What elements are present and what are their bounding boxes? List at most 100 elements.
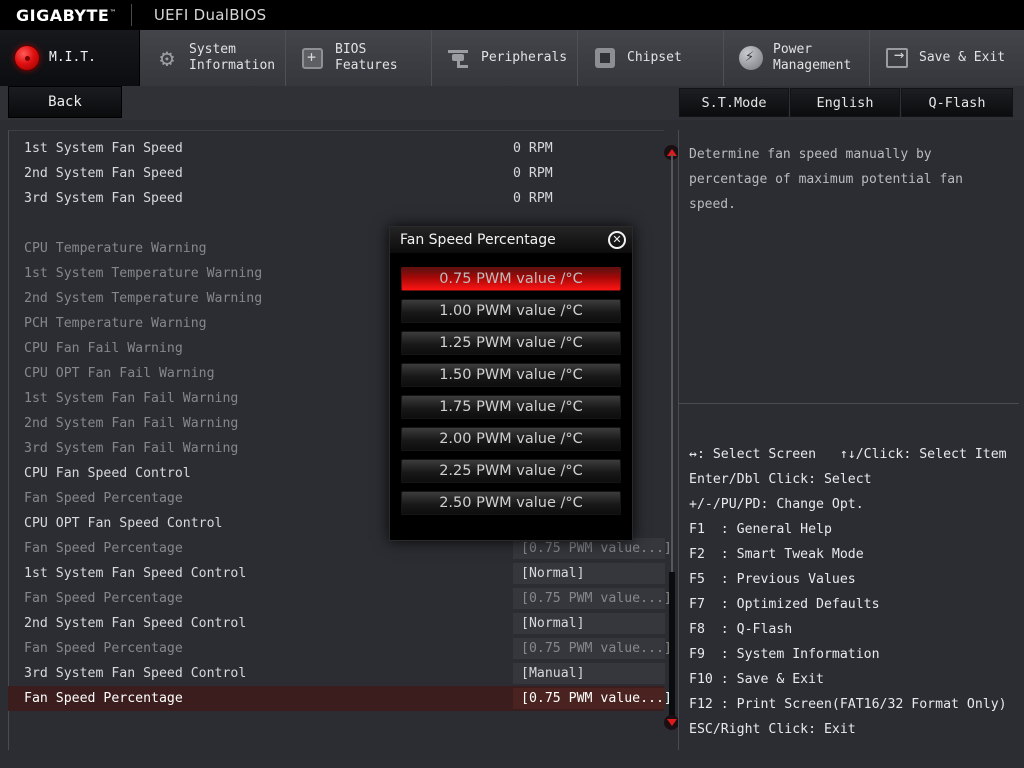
setting-value[interactable]: [Normal] <box>513 613 665 634</box>
setting-label: 2nd System Fan Fail Warning <box>24 416 239 431</box>
table-row[interactable]: Fan Speed Percentage [0.75 PWM value...] <box>8 586 672 611</box>
chipset-icon <box>592 45 618 71</box>
setting-label: PCH Temperature Warning <box>24 316 207 331</box>
nav-tab-label: Power Management <box>773 42 852 73</box>
table-row[interactable]: 2nd System Fan Speed Control [Normal] <box>8 611 665 636</box>
st-mode-button[interactable]: S.T.Mode <box>679 88 789 117</box>
nav-tab-label: BIOS Features <box>335 42 398 73</box>
setting-value[interactable]: [Manual] <box>513 663 665 684</box>
setting-label: Fan Speed Percentage <box>24 491 183 506</box>
setting-value[interactable]: 0 RPM <box>513 141 665 156</box>
setting-value[interactable]: [0.75 PWM value...] <box>513 638 672 659</box>
power-bolt-icon <box>738 45 764 71</box>
key-legend-line: F2 : Smart Tweak Mode <box>689 547 864 562</box>
nav-tab-mit[interactable]: M.I.T. <box>0 30 140 86</box>
exit-arrow-icon <box>884 45 910 71</box>
nav-tab-label: Peripherals <box>481 50 568 65</box>
key-legend-line: F12 : Print Screen(FAT16/32 Format Only) <box>689 697 1007 712</box>
setting-label: Fan Speed Percentage <box>24 691 183 706</box>
setting-label: 3rd System Fan Fail Warning <box>24 441 239 456</box>
table-row[interactable]: 2nd System Fan Speed 0 RPM <box>8 161 664 186</box>
setting-label: 1st System Fan Fail Warning <box>24 391 239 406</box>
key-legend-line: ↔: Select Screen ↑↓/Click: Select Item <box>689 447 1007 462</box>
main-nav: M.I.T. ⚙ System Information BIOS Feature… <box>0 30 1024 86</box>
setting-value[interactable]: [Normal] <box>513 563 665 584</box>
key-legend-line: Enter/Dbl Click: Select <box>689 472 872 487</box>
setting-label: 3rd System Fan Speed Control <box>24 666 247 681</box>
nav-tab-bios-features[interactable]: BIOS Features <box>286 30 432 86</box>
dialog-option[interactable]: 1.75 PWM value /°C <box>401 395 621 419</box>
dialog-option[interactable]: 1.25 PWM value /°C <box>401 331 621 355</box>
setting-value[interactable]: [0.75 PWM value...] <box>513 688 672 709</box>
nav-tab-system-information[interactable]: ⚙ System Information <box>140 30 286 86</box>
setting-label: 1st System Fan Speed <box>24 141 183 156</box>
dialog-option[interactable]: 2.50 PWM value /°C <box>401 491 621 515</box>
dialog-header: Fan Speed Percentage ✕ <box>390 227 632 253</box>
help-divider <box>679 403 1019 404</box>
setting-label: CPU OPT Fan Fail Warning <box>24 366 215 381</box>
q-flash-button[interactable]: Q-Flash <box>901 88 1013 117</box>
nav-tab-chipset[interactable]: Chipset <box>578 30 724 86</box>
scrollbar-thumb[interactable] <box>669 572 675 728</box>
setting-label: 1st System Temperature Warning <box>24 266 263 281</box>
setting-label: CPU Fan Fail Warning <box>24 341 183 356</box>
key-legend-line: F5 : Previous Values <box>689 572 856 587</box>
title-bar: GIGABYTE™ UEFI DualBIOS <box>0 0 1024 30</box>
setting-label: 2nd System Fan Speed Control <box>24 616 247 631</box>
key-legend-line: +/-/PU/PD: Change Opt. <box>689 497 864 512</box>
gear-icon: ⚙ <box>159 44 175 72</box>
table-row[interactable]: 1st System Fan Speed 0 RPM <box>8 136 664 161</box>
setting-value[interactable]: [0.75 PWM value...] <box>513 588 672 609</box>
triangle-down-icon[interactable] <box>664 715 679 730</box>
nav-tab-label: System Information <box>189 42 276 73</box>
setting-label: CPU Fan Speed Control <box>24 466 191 481</box>
key-legend-line: F9 : System Information <box>689 647 880 662</box>
nav-tab-peripherals[interactable]: Peripherals <box>432 30 578 86</box>
setting-value[interactable]: 0 RPM <box>513 166 665 181</box>
close-icon[interactable]: ✕ <box>608 231 626 249</box>
key-legend: ↔: Select Screen ↑↓/Click: Select Item En… <box>689 442 1012 742</box>
setting-label: Fan Speed Percentage <box>24 591 183 606</box>
setting-label: Fan Speed Percentage <box>24 641 183 656</box>
key-legend-line: F8 : Q-Flash <box>689 622 793 637</box>
gigabyte-logo: GIGABYTE™ <box>16 5 117 25</box>
key-legend-line: F7 : Optimized Defaults <box>689 597 880 612</box>
peripherals-icon <box>446 45 472 71</box>
help-pane: Determine fan speed manually by percenta… <box>678 130 1019 750</box>
table-row[interactable]: 3rd System Fan Speed Control [Manual] <box>8 661 665 686</box>
nav-tab-label: Chipset <box>627 50 682 65</box>
setting-label: 3rd System Fan Speed <box>24 191 183 206</box>
nav-tab-save-exit[interactable]: Save & Exit <box>870 30 1024 86</box>
nav-tab-label: M.I.T. <box>49 50 96 65</box>
table-row[interactable]: Fan Speed Percentage [0.75 PWM value...] <box>8 636 672 661</box>
setting-value[interactable]: 0 RPM <box>513 191 665 206</box>
table-row[interactable]: Fan Speed Percentage [0.75 PWM value...] <box>8 686 672 711</box>
table-row[interactable]: 3rd System Fan Speed 0 RPM <box>8 186 664 211</box>
dialog-option[interactable]: 2.00 PWM value /°C <box>401 427 621 451</box>
dialog-option[interactable]: 1.50 PWM value /°C <box>401 363 621 387</box>
setting-label: CPU OPT Fan Speed Control <box>24 516 223 531</box>
setting-label: 2nd System Temperature Warning <box>24 291 263 306</box>
dialog-option[interactable]: 1.00 PWM value /°C <box>401 299 621 323</box>
setting-label: 1st System Fan Speed Control <box>24 566 247 581</box>
nav-tab-power-management[interactable]: Power Management <box>724 30 870 86</box>
dialog-option[interactable]: 2.25 PWM value /°C <box>401 459 621 483</box>
key-legend-line: F10 : Save & Exit <box>689 672 824 687</box>
dialog-title: Fan Speed Percentage <box>400 232 556 248</box>
setting-label: Fan Speed Percentage <box>24 541 183 556</box>
key-legend-line: F1 : General Help <box>689 522 832 537</box>
bios-screen: GIGABYTE™ UEFI DualBIOS M.I.T. ⚙ System … <box>0 0 1024 768</box>
help-description: Determine fan speed manually by percenta… <box>689 147 963 212</box>
setting-value[interactable]: [0.75 PWM value...] <box>513 538 672 559</box>
table-row[interactable]: 1st System Fan Speed Control [Normal] <box>8 561 665 586</box>
language-button[interactable]: English <box>790 88 900 117</box>
suite-title: UEFI DualBIOS <box>153 6 267 24</box>
chip-plus-icon <box>300 45 326 71</box>
back-button[interactable]: Back <box>8 86 122 118</box>
dialog-option-list: 0.75 PWM value /°C 1.00 PWM value /°C 1.25… <box>390 253 632 531</box>
setting-label: 2nd System Fan Speed <box>24 166 183 181</box>
nav-tab-label: Save & Exit <box>919 50 1006 65</box>
fan-speed-percentage-dialog: Fan Speed Percentage ✕ 0.75 PWM value /°… <box>389 226 633 541</box>
red-dot-icon <box>14 45 40 71</box>
dialog-option[interactable]: 0.75 PWM value /°C <box>401 267 621 291</box>
